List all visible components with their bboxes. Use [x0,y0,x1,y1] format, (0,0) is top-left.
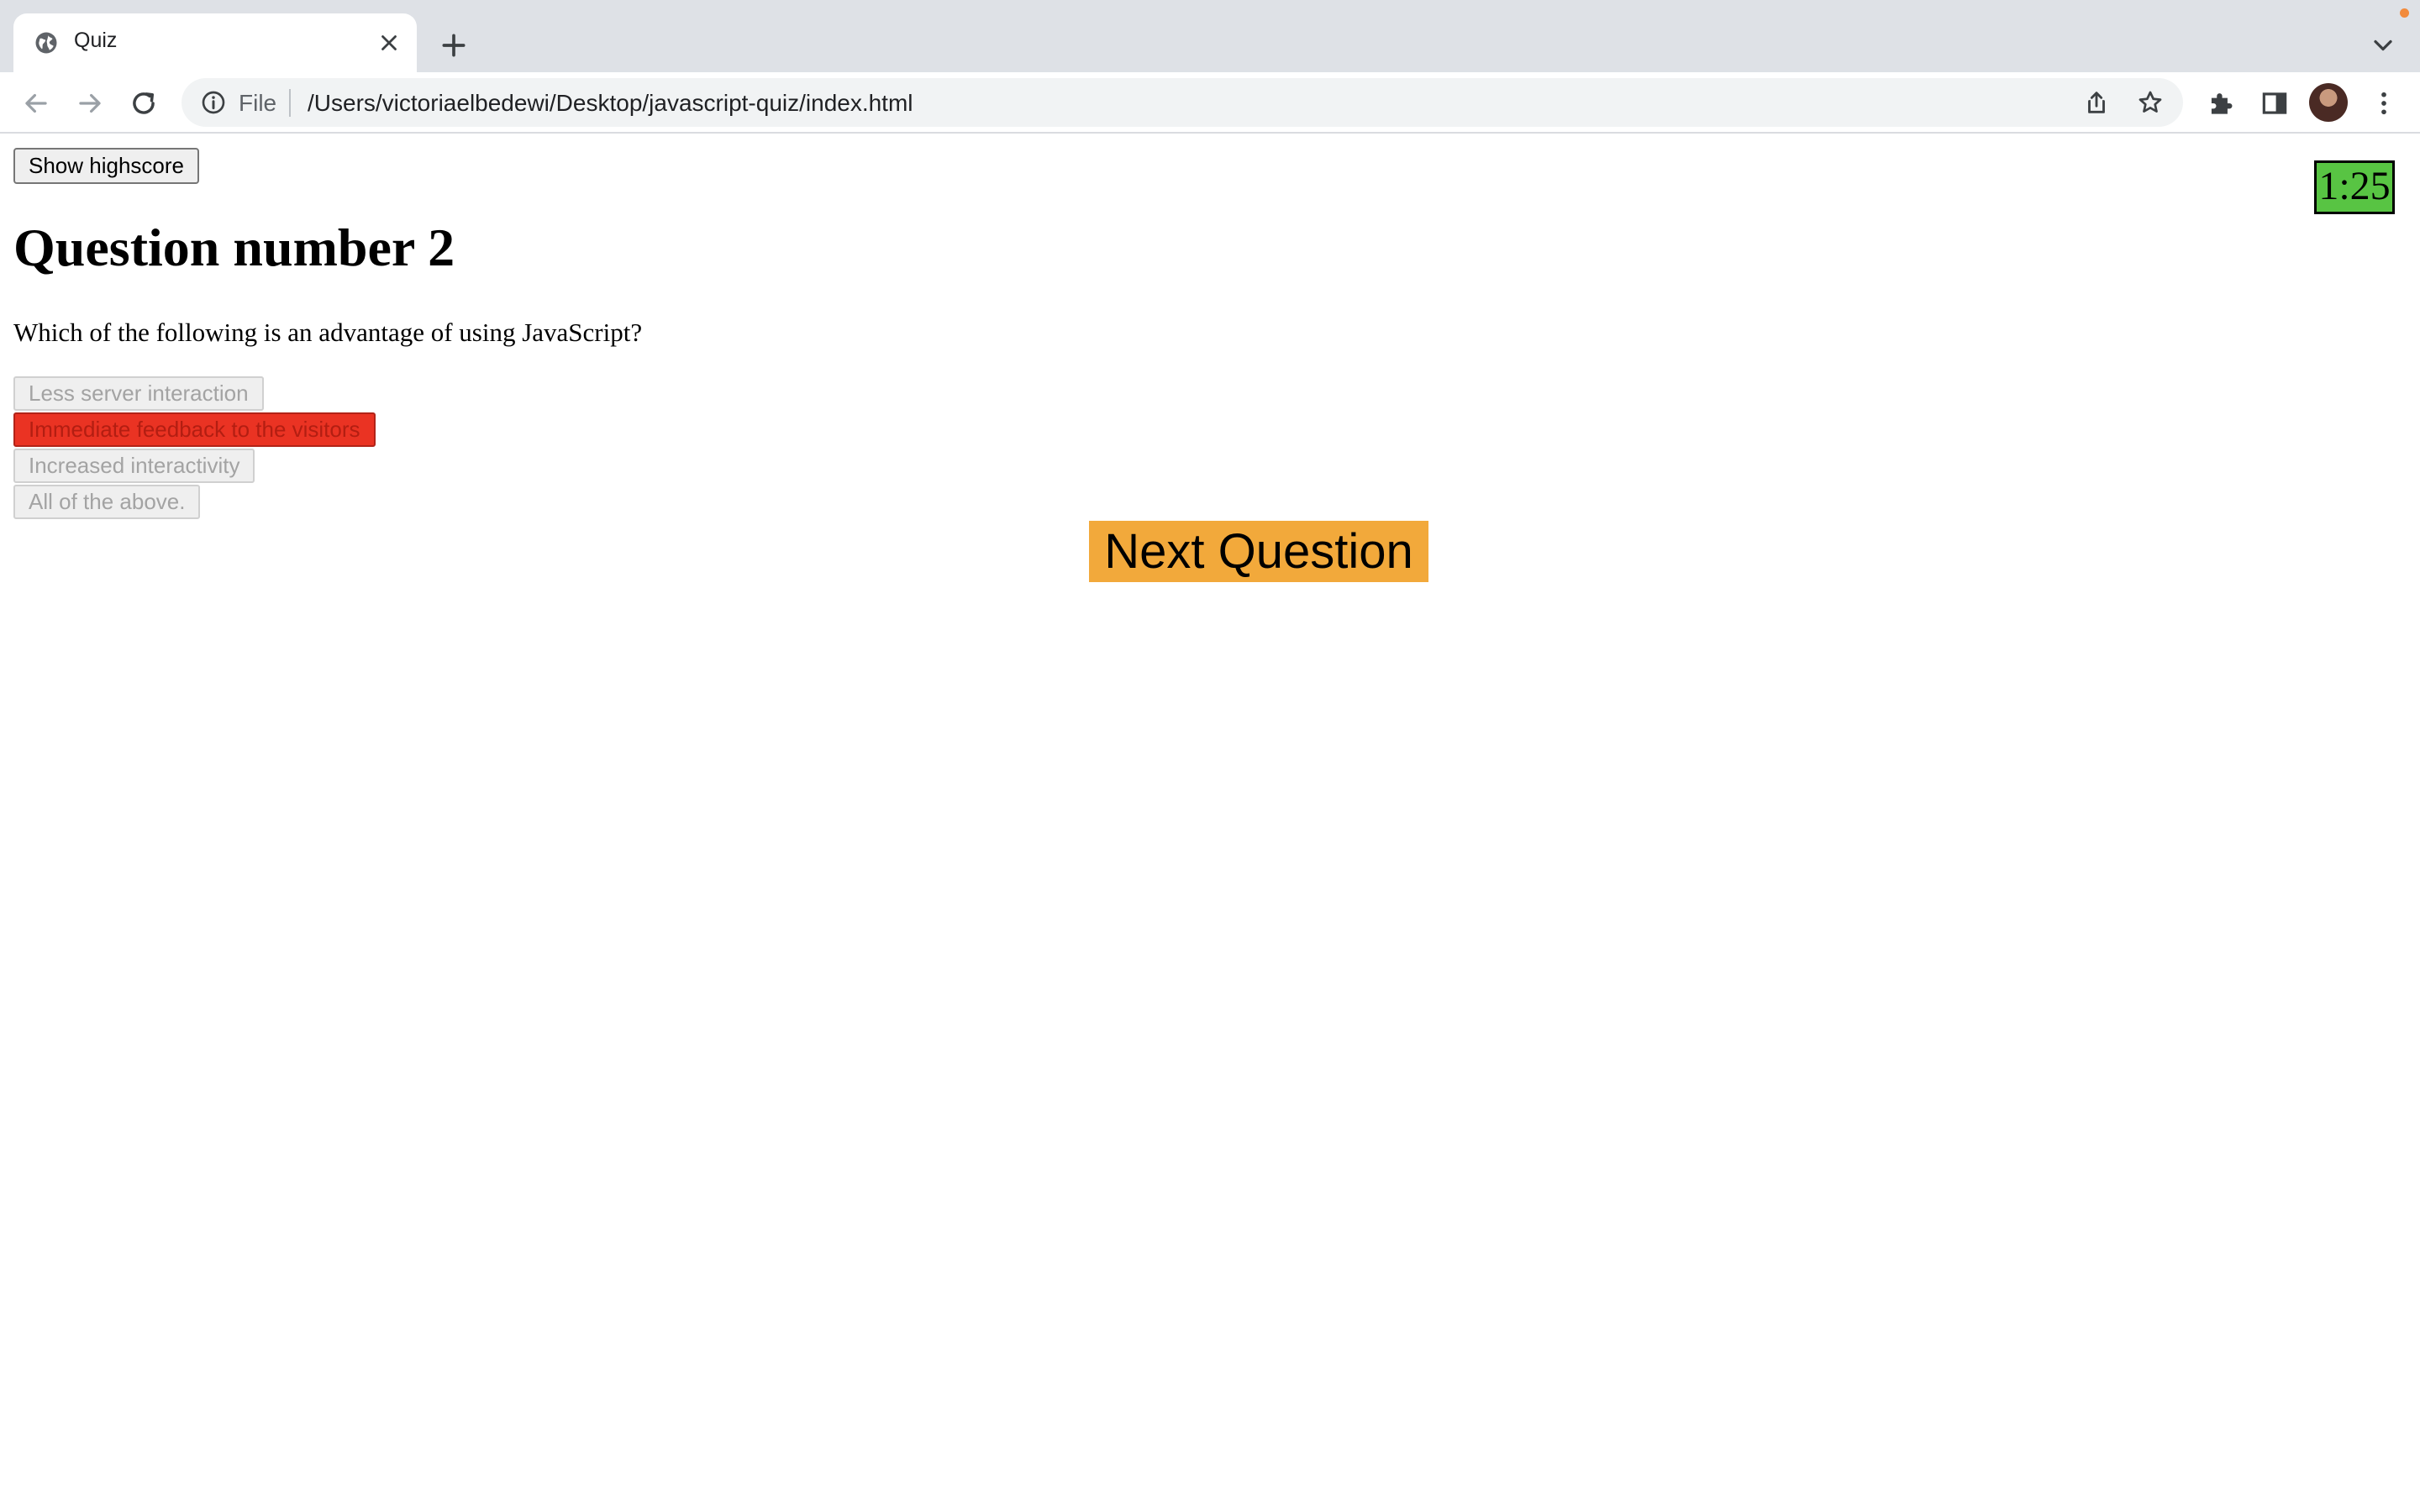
question-text: Which of the following is an advantage o… [13,318,643,347]
back-arrow-icon[interactable] [20,87,52,119]
close-icon[interactable] [376,30,402,55]
reload-icon[interactable] [128,87,160,119]
address-bar[interactable]: File /Users/victoriaelbedewi/Desktop/jav… [182,78,2183,127]
address-url[interactable]: /Users/victoriaelbedewi/Desktop/javascri… [308,90,913,117]
tab-strip: Quiz [0,0,2420,72]
avatar[interactable] [2309,83,2348,122]
kebab-menu-icon[interactable] [2368,87,2400,119]
answer-list: Less server interaction Immediate feedba… [13,376,376,521]
globe-icon [35,32,57,54]
plus-icon[interactable] [437,29,471,62]
question-heading: Question number 2 [13,218,455,277]
browser-tab[interactable]: Quiz [13,13,417,72]
tab-title: Quiz [74,29,118,52]
address-divider [289,89,291,117]
info-icon[interactable] [200,89,227,116]
answer-option-3[interactable]: Increased interactivity [13,449,255,483]
next-question-button[interactable]: Next Question [1089,521,1428,582]
forward-arrow-icon[interactable] [74,87,106,119]
chevron-down-icon[interactable] [2368,30,2398,60]
show-highscore-button[interactable]: Show highscore [13,148,199,184]
star-icon[interactable] [2136,88,2165,117]
share-icon[interactable] [2082,88,2111,117]
timer: 1:25 [2314,160,2395,214]
puzzle-icon[interactable] [2205,87,2237,119]
address-scheme: File [239,90,277,116]
answer-option-1[interactable]: Less server interaction [13,376,264,411]
answer-option-2-wrong[interactable]: Immediate feedback to the visitors [13,412,376,447]
side-panel-icon[interactable] [2259,87,2291,119]
notification-dot [2400,8,2409,18]
answer-option-4[interactable]: All of the above. [13,485,201,519]
browser-toolbar: File /Users/victoriaelbedewi/Desktop/jav… [0,72,2420,134]
page-content: Show highscore 1:25 Question number 2 Wh… [0,134,2420,1512]
